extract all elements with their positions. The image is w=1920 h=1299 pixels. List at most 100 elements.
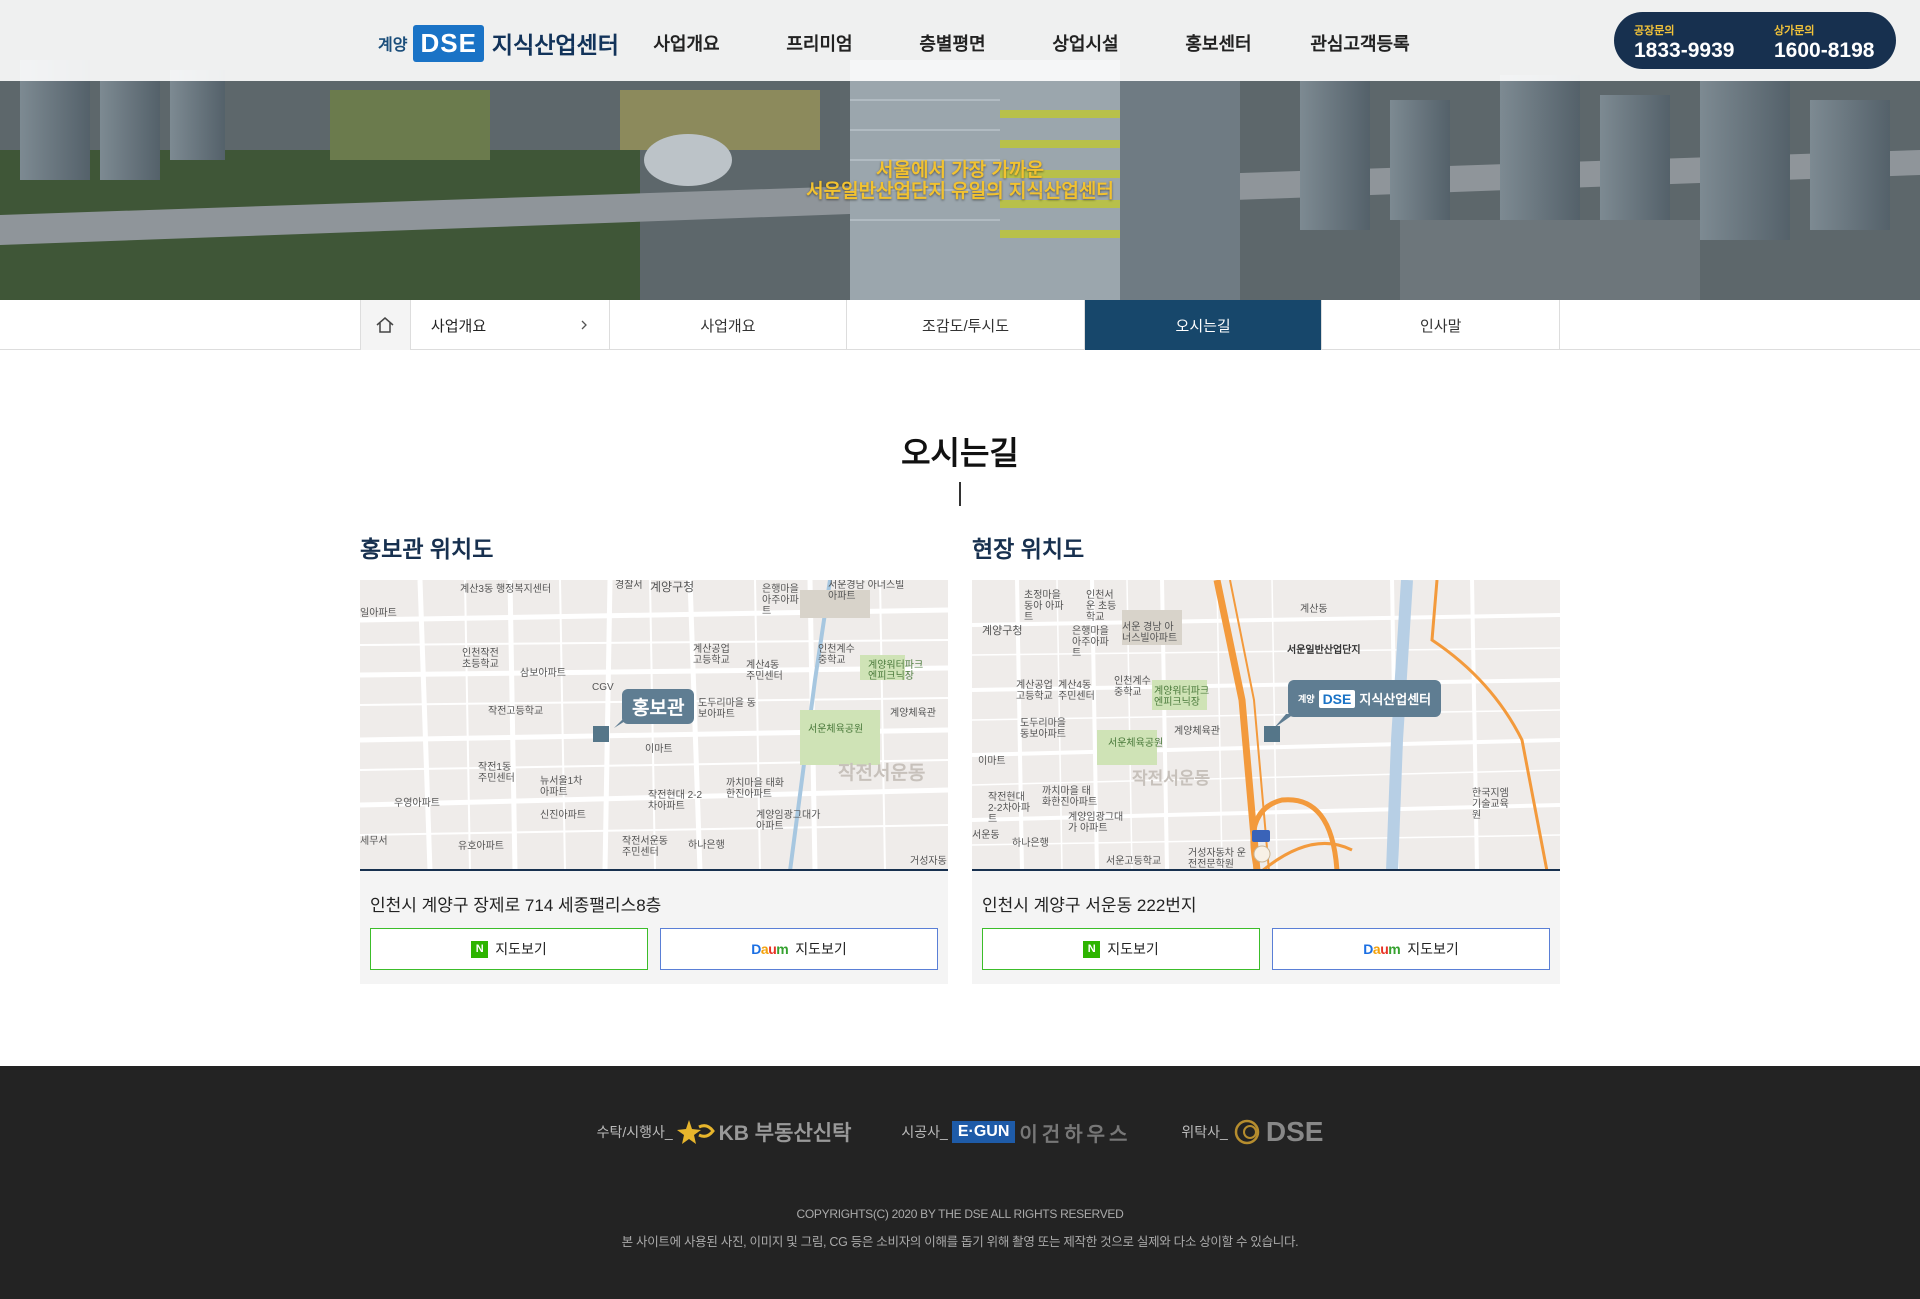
naver-map-button-label: 지도보기 [495, 941, 547, 957]
map-label: 계산4동 주민센터 [1058, 680, 1095, 702]
nav-item-business-overview[interactable]: 사업개요 [620, 30, 753, 56]
kb-star-icon [676, 1120, 715, 1144]
nav-item-floor-plan[interactable]: 층별평면 [886, 30, 1019, 56]
daum-map-button-label: 지도보기 [1407, 941, 1459, 957]
store-phone[interactable]: 상가문의 1600-8198 [1774, 22, 1874, 63]
daum-map-button-label: 지도보기 [795, 941, 847, 957]
map-label: 일아파트 [360, 608, 397, 619]
map-label: 신진아파트 [540, 810, 586, 821]
map-label: 서운 경남 아너스빌아파트 [1122, 622, 1178, 644]
map-label: 인천계수 중학교 [1114, 676, 1151, 698]
map-label: 계양구청 [982, 625, 1023, 637]
map-label: 서운체육공원 [808, 724, 864, 735]
pin-prefix: 계양 [1298, 694, 1315, 704]
chevron-right-icon [581, 320, 587, 330]
map-label: 인천서운 초등학교 [1086, 590, 1117, 623]
current-section-label: 사업개요 [430, 317, 487, 335]
daum-map-button[interactable]: Daum 지도보기 [1272, 928, 1550, 970]
map-district-label: 작전서운동 [1132, 769, 1211, 788]
partner-name: DSE [1265, 1116, 1324, 1147]
sub-navigation: 사업개요 사업개요 조감도/투시도 오시는길 인사말 [0, 300, 1920, 350]
partner-name: 이건하우스 [1019, 1123, 1132, 1146]
map-label: 유호아파트 [458, 841, 504, 852]
map-label: 은행마을 아주아파트 [762, 584, 799, 617]
map-label: 하나은행 [688, 840, 725, 851]
map-label: 은행마을 아주아파트 [1072, 626, 1109, 659]
map-label: 인천계수 중학교 [818, 644, 855, 666]
page-title: 오시는길 [901, 435, 1019, 471]
location-heading: 홍보관 위치도 [360, 536, 494, 562]
map-label: 계양체육관 [890, 708, 936, 719]
tab-greeting[interactable]: 인사말 [1322, 300, 1561, 350]
naver-map-button-label: 지도보기 [1107, 941, 1159, 957]
factory-phone-number: 1833-9939 [1634, 39, 1735, 62]
naver-map-button[interactable]: N 지도보기 [982, 928, 1260, 970]
partner-mark: E·GUN [951, 1121, 1016, 1143]
partner-constructor: 시공사_ E·GUN 이건하우스 [901, 1118, 1131, 1147]
map-label: 하나은행 [1012, 838, 1049, 849]
tab-perspective[interactable]: 조감도/투시도 [847, 300, 1085, 350]
hero-banner: 계양 DSE 지식산업센터 사업개요 프리미엄 층별평면 상업시설 홍보센터 관… [0, 0, 1920, 300]
map-label: 경찰서 [615, 580, 643, 591]
logo-mark: DSE [413, 24, 484, 62]
map-label: 작전1동 주민센터 [478, 762, 515, 784]
location-heading: 현장 위치도 [972, 536, 1085, 562]
hero-tagline-2: 서운일반산업단지 유일의 지식산업센터 [806, 181, 1114, 202]
map-pin-marker [1264, 726, 1280, 742]
map-label: 작전서운동 주민센터 [622, 836, 668, 858]
logo-prefix: 계양 [378, 37, 408, 54]
site-map[interactable]: 초정마을동아 아파트 인천서운 초등학교 계산동 계양구청 은행마을 아주아파트… [972, 580, 1560, 871]
nav-item-register[interactable]: 관심고객등록 [1285, 30, 1435, 56]
map-label: 작전고등학교 [488, 706, 544, 717]
partner-logos: 수탁/시행사_ KB 부동산신탁 시공사_ E·GUN 이건하우스 위탁사_ D… [0, 1116, 1920, 1148]
factory-phone[interactable]: 공장문의 1833-9939 [1634, 22, 1734, 63]
promotion-center-map[interactable]: 계산3동 행정복지센터 경찰서 계양구청 은행마을 아주아파트 서운경남 아너스… [360, 580, 948, 871]
map-label: 계산3동 행정복지센터 [460, 584, 552, 595]
map-label: 작전현대 2-2차아파트 [988, 792, 1031, 825]
map-label: 계양임광그대가 아파트 [1068, 812, 1124, 834]
map-label: 계양워터파크 엔피크닉장 [868, 660, 924, 682]
daum-map-button[interactable]: Daum 지도보기 [660, 928, 938, 970]
current-section-dropdown[interactable]: 사업개요 [411, 300, 610, 350]
partner-consignor: 위탁사_ DSE [1181, 1116, 1323, 1148]
map-label: 서운일반산업단지 [1287, 645, 1361, 656]
map-label: 우영아파트 [394, 798, 440, 809]
title-divider [959, 482, 961, 506]
partner-name: KB 부동산신탁 [718, 1122, 852, 1145]
copyright-text: COPYRIGHTS(C) 2020 BY THE DSE ALL RIGHTS… [796, 1207, 1124, 1221]
map-label: 계양워터파크 엔피크닉장 [1154, 686, 1210, 708]
map-pin-tail [614, 718, 630, 728]
tab-business-overview[interactable]: 사업개요 [610, 300, 848, 350]
map-label: 삼보아파트 [520, 668, 566, 679]
nav-item-premium[interactable]: 프리미엄 [753, 30, 886, 56]
tab-directions[interactable]: 오시는길 [1084, 300, 1323, 350]
map-label: CGV [592, 682, 614, 693]
map-label: 까치마을 태화한진아파트 [1042, 786, 1098, 808]
map-label: 계산동 [1300, 604, 1328, 615]
map-label: 세무서 [360, 836, 388, 847]
disclaimer-text: 본 사이트에 사용된 사진, 이미지 및 그림, CG 등은 소비자의 이해를 … [621, 1235, 1299, 1249]
contact-phones[interactable]: 공장문의 1833-9939 상가문의 1600-8198 [1614, 12, 1896, 69]
address-text: 인천시 계양구 장제로 714 세종팰리스8층 [370, 896, 662, 915]
map-label: 계산공업 고등학교 [693, 644, 730, 666]
home-button[interactable] [361, 300, 411, 350]
pin-name: 지식산업센터 [1359, 692, 1432, 707]
naver-icon: N [1083, 940, 1101, 958]
map-label: 거성자동 [910, 856, 947, 867]
main-nav: 사업개요 프리미엄 층별평면 상업시설 홍보센터 관심고객등록 [620, 30, 1435, 56]
site-header: 계양 DSE 지식산업센터 사업개요 프리미엄 층별평면 상업시설 홍보센터 관… [0, 0, 1920, 81]
map-label: 계산공업 고등학교 [1016, 680, 1053, 702]
nav-item-commercial[interactable]: 상업시설 [1019, 30, 1152, 56]
map-pin-label: 계양 DSE 지식산업센터 [1288, 680, 1442, 717]
map-label: 이마트 [645, 744, 673, 755]
nav-item-promotion[interactable]: 홍보센터 [1152, 30, 1285, 56]
map-label: 뉴서울1차 아파트 [540, 776, 583, 798]
map-label: 까치마을 태화한진아파트 [726, 778, 784, 800]
map-label: 계산4동 주민센터 [746, 660, 783, 682]
partner-role: 위탁사_ [1181, 1124, 1228, 1140]
site-logo[interactable]: 계양 DSE 지식산업센터 [378, 20, 619, 66]
location-info: 인천시 계양구 서운동 222번지 N 지도보기 Daum 지도보기 [972, 871, 1560, 984]
map-label: 계양임광그대가 아파트 [756, 810, 821, 832]
naver-map-button[interactable]: N 지도보기 [370, 928, 648, 970]
address-text: 인천시 계양구 서운동 222번지 [982, 896, 1197, 915]
